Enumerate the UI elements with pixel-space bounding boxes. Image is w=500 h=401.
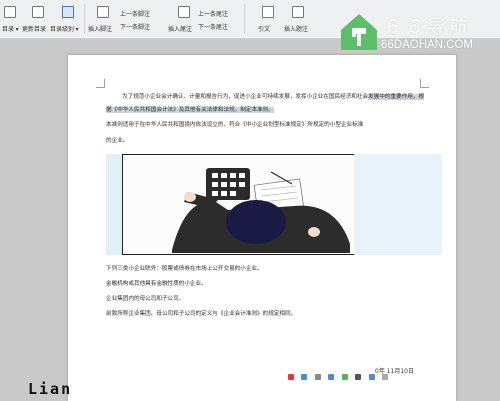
document-date: 0年 11月10日	[375, 368, 414, 375]
list-item[interactable]: 前款所称企业集团、母公司和子公司的定义与《企业会计准则》的规定相同。	[106, 308, 426, 321]
refresh-icon[interactable]	[32, 6, 44, 18]
citation-button[interactable]: 引文	[258, 24, 270, 33]
page-corner-mark	[96, 79, 105, 88]
ribbon-divider	[244, 4, 245, 34]
prev-footnote-button[interactable]: 上一条脚注	[120, 9, 150, 18]
paragraph-3[interactable]: 的企业。	[106, 135, 426, 148]
ribbon-divider	[84, 4, 85, 34]
update-toc-button[interactable]: 更新目录	[22, 24, 46, 33]
businessman-at-desk-illustration	[172, 168, 350, 253]
toc-button[interactable]: 目录 ▾	[2, 24, 19, 33]
insert-footnote-button[interactable]: 插入脚注	[88, 24, 112, 33]
watermark-title: ６６导航	[383, 16, 472, 38]
site-watermark: ６６导航 66DAOHAN.COM	[335, 8, 495, 56]
page-corner-mark	[420, 79, 429, 88]
signature: Lian	[28, 380, 73, 398]
app-icon[interactable]	[328, 374, 335, 380]
paragraph-2[interactable]: 本准则适用于在中华人民共和国境内依法设立的、符合《中小企业划型标准规定》所规定的…	[106, 119, 426, 132]
endnote-icon[interactable]	[178, 6, 190, 18]
house-logo-icon	[341, 14, 377, 50]
insert-caption-button[interactable]: 插入题注	[284, 24, 308, 33]
app-icon[interactable]	[368, 374, 375, 380]
next-endnote-button[interactable]: 下一条尾注	[198, 22, 228, 31]
list-item[interactable]: 企业集团内的母公司和子公司。	[106, 293, 426, 306]
app-icon[interactable]	[341, 374, 348, 380]
next-footnote-button[interactable]: 下一条脚注	[120, 22, 150, 31]
outline-level-icon[interactable]	[62, 6, 74, 18]
app-icon[interactable]	[301, 374, 308, 380]
prev-endnote-button[interactable]: 上一条尾注	[198, 9, 228, 18]
list-item[interactable]: 下列三类小企业除外：股票或债券在市场上公开交易的小企业。	[106, 263, 426, 276]
citation-icon[interactable]	[262, 6, 274, 18]
app-icon[interactable]	[314, 374, 321, 380]
illustration-image[interactable]	[106, 154, 442, 255]
footnote-icon[interactable]	[97, 6, 109, 18]
caption-icon[interactable]	[292, 6, 304, 18]
paragraph-1[interactable]: 为了规范小企业会计确认、计量和报告行为，促进小企业可持续发展，发挥小企业在国民经…	[106, 91, 426, 117]
paragraph-1-text: 为了规范小企业会计确认、计量和报告行为，促进小企业可持续发展，发挥小企业在国民经…	[122, 94, 369, 100]
app-icon[interactable]	[355, 374, 362, 380]
toc-level-button[interactable]: 目录级别 ▾	[50, 24, 79, 33]
app-icon[interactable]	[288, 374, 294, 380]
insert-endnote-button[interactable]: 插入尾注	[168, 24, 192, 33]
watermark-url: 66DAOHAN.COM	[381, 39, 474, 51]
toc-icon[interactable]	[4, 6, 16, 18]
document-page[interactable]: 为了规范小企业会计确认、计量和报告行为，促进小企业可持续发展，发挥小企业在国民经…	[68, 55, 456, 401]
list-item[interactable]: 金融机构或其他具有金融性质的小企业。	[106, 278, 426, 291]
